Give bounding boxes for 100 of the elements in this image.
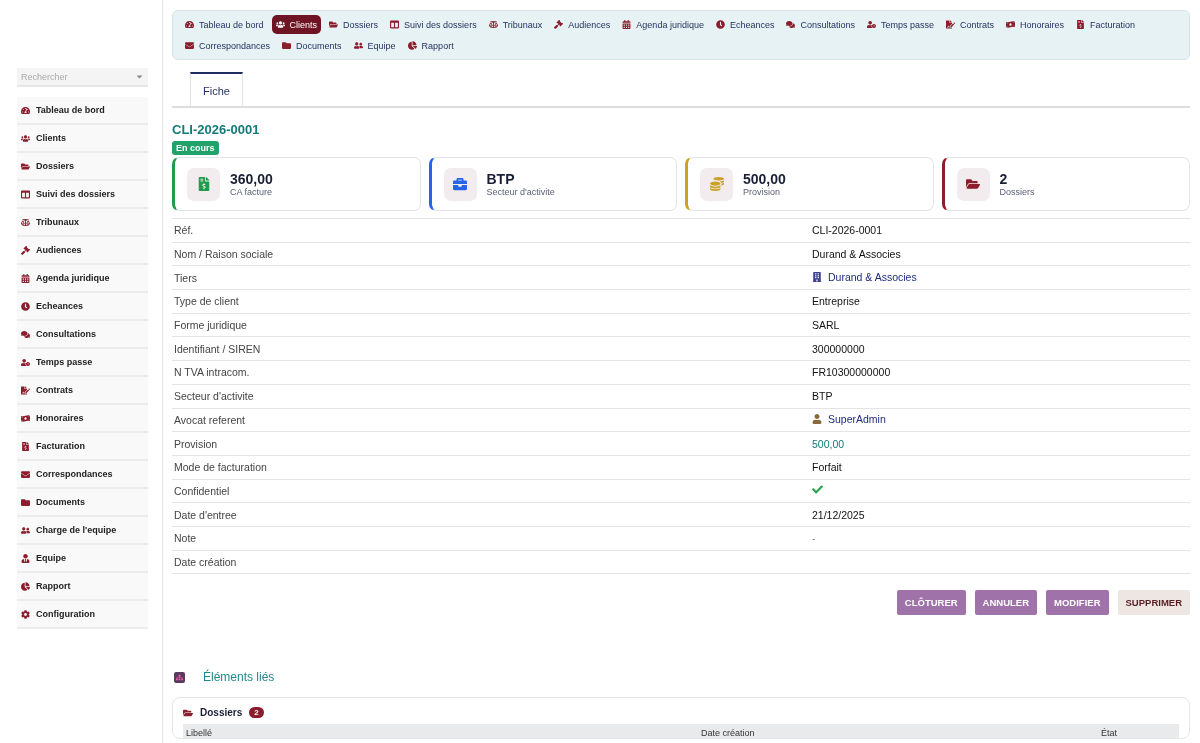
nav-tab[interactable]: Temps passe	[863, 15, 939, 34]
envelope-icon	[185, 41, 194, 50]
columns-icon	[390, 20, 400, 29]
panel-title: Dossiers	[200, 707, 243, 719]
sidebar-item[interactable]: Facturation	[17, 433, 148, 461]
clock-icon	[21, 301, 30, 311]
calendar-icon	[622, 20, 632, 29]
action-button[interactable]: CLÔTURER	[896, 590, 966, 616]
sidebar-item[interactable]: Clients	[17, 125, 148, 153]
nav-tab[interactable]: Documents	[278, 36, 346, 55]
scales-icon	[488, 20, 498, 29]
pie-chart-icon	[21, 581, 30, 591]
field-label: Nom / Raison sociale	[173, 248, 275, 261]
nav-tab[interactable]: Equipe	[349, 36, 400, 55]
nav-tab[interactable]: Dossiers	[325, 15, 383, 34]
field-label: Avocat referent	[173, 413, 246, 426]
field-value: -	[812, 532, 817, 545]
stat-value: 2	[999, 171, 1009, 187]
nav-tab[interactable]: Echeances	[711, 15, 779, 34]
stat-label: CA facture	[230, 187, 273, 197]
user-icon	[21, 553, 30, 563]
sidebar-item[interactable]: Correspondances	[17, 461, 148, 489]
sidebar-item[interactable]: Equipe	[17, 545, 148, 573]
field-label: Confidentiel	[173, 484, 231, 497]
sidebar-item[interactable]: Audiences	[17, 237, 148, 265]
record-reference: CLI-2026-0001	[172, 122, 261, 137]
money-icon	[1006, 20, 1016, 29]
scales-icon	[21, 217, 30, 227]
search-field[interactable]: Rechercher	[21, 71, 121, 82]
gavel-icon	[554, 20, 564, 29]
nav-tab[interactable]: Correspondances	[181, 36, 275, 55]
nav-tab[interactable]: Clients	[271, 15, 322, 34]
field-label: Provision	[173, 437, 219, 450]
sidebar-item[interactable]: Agenda juridique	[17, 265, 148, 293]
field-value: CLI-2026-0001	[812, 224, 884, 237]
gavel-icon	[21, 245, 30, 255]
sidebar-item[interactable]: Tableau de bord	[17, 97, 148, 125]
columns-icon	[21, 189, 30, 199]
sidebar-item[interactable]: Documents	[17, 489, 148, 517]
dashboard-icon	[21, 105, 30, 115]
chat-icon	[21, 329, 30, 339]
sidebar-item[interactable]: Consultations	[17, 321, 148, 349]
folder-icon	[21, 161, 30, 171]
building-icon	[812, 272, 822, 283]
stat-label: Provision	[743, 187, 781, 197]
search-dropdown[interactable]: Rechercher	[17, 68, 148, 87]
field-value: Durand & Associes	[812, 248, 902, 261]
user-icon	[812, 414, 822, 425]
nav-tab[interactable]: Audiences	[550, 15, 615, 34]
chat-icon	[786, 20, 796, 29]
company-link[interactable]: Durand & Associes	[812, 271, 917, 284]
sidebar-item[interactable]: Echeances	[17, 293, 148, 321]
nav-tab[interactable]: Rapport	[403, 36, 458, 55]
action-button[interactable]: SUPPRIMER	[1117, 590, 1190, 616]
sitemap-icon	[174, 671, 185, 683]
user-clock-icon	[21, 357, 30, 367]
nav-tab[interactable]: Consultations	[782, 15, 859, 34]
field-value: Forfait	[812, 461, 843, 474]
action-button[interactable]: ANNULER	[974, 590, 1038, 616]
nav-tab[interactable]: Facturation	[1072, 15, 1140, 34]
section-title: Éléments liés	[203, 670, 275, 685]
clock-icon	[715, 20, 725, 29]
field-label: Date création	[173, 555, 238, 568]
stat-label: Secteur d'activite	[486, 187, 555, 197]
folder-icon	[282, 41, 292, 50]
field-label: Tiers	[173, 271, 198, 284]
nav-tab[interactable]: Tribunaux	[484, 15, 547, 34]
field-label: Identifiant / SIREN	[173, 342, 262, 355]
count-badge: 2	[249, 707, 264, 719]
field-value: FR10300000000	[812, 366, 892, 379]
folder-icon	[21, 497, 30, 507]
users-icon	[21, 133, 30, 143]
field-value: BTP	[812, 390, 834, 403]
field-label: Mode de facturation	[173, 461, 268, 474]
sidebar-item[interactable]: Rapport	[17, 573, 148, 601]
nav-tab[interactable]: Contrats	[942, 15, 999, 34]
nav-tab[interactable]: Agenda juridique	[618, 15, 708, 34]
sidebar-item[interactable]: Contrats	[17, 377, 148, 405]
field-label: Date d'entree	[173, 508, 238, 521]
dashboard-icon	[185, 20, 194, 29]
nav-tab[interactable]: Suivi des dossiers	[386, 15, 481, 34]
sidebar-item[interactable]: Honoraires	[17, 405, 148, 433]
field-value: 21/12/2025	[812, 508, 866, 521]
sidebar-item[interactable]: Dossiers	[17, 153, 148, 181]
sidebar-item[interactable]: Temps passe	[17, 349, 148, 377]
field-label: Note	[173, 532, 198, 545]
calendar-icon	[21, 273, 30, 283]
nav-tab[interactable]: Honoraires	[1002, 15, 1069, 34]
sidebar-item[interactable]: Configuration	[17, 601, 148, 629]
user-link[interactable]: SuperAdmin	[812, 413, 886, 426]
sidebar-item[interactable]: Suivi des dossiers	[17, 181, 148, 209]
sidebar-item[interactable]: Tribunaux	[17, 209, 148, 237]
field-label: Forme juridique	[173, 319, 248, 332]
sidebar-item[interactable]: Charge de l'equipe	[17, 517, 148, 545]
money-icon	[21, 413, 30, 423]
nav-tab[interactable]: Tableau de bord	[181, 15, 268, 34]
action-button[interactable]: MODIFIER	[1046, 590, 1109, 616]
tab[interactable]: Fiche	[190, 72, 243, 106]
stat-value: 500,00	[743, 171, 786, 187]
team-icon	[353, 41, 363, 50]
